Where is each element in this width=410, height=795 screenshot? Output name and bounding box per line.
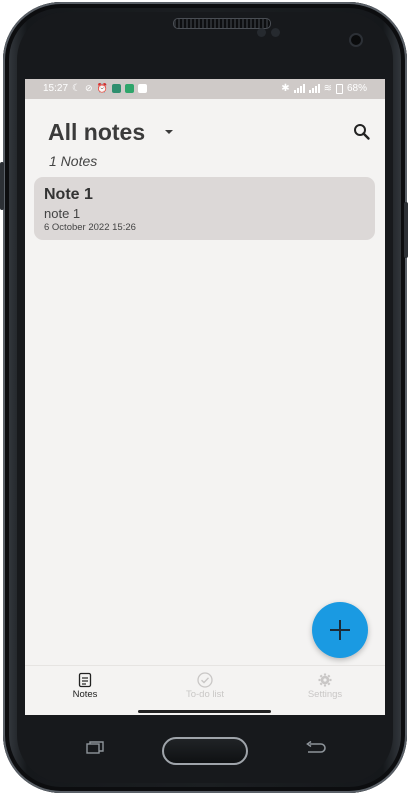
- alarm-icon: ⏰: [96, 83, 108, 93]
- note-date: 6 October 2022 15:26: [44, 222, 136, 233]
- volume-button: [0, 162, 4, 210]
- front-camera: [349, 33, 363, 47]
- plus-icon: [330, 620, 350, 640]
- gesture-home-indicator[interactable]: [138, 710, 271, 713]
- page-title[interactable]: All notes: [48, 119, 145, 146]
- status-bar: 15:27 ☾ ⊘ ⏰ ✱ ≋ 68%: [25, 79, 385, 99]
- battery-level: 68: [346, 83, 359, 94]
- tab-settings-label: Settings: [307, 689, 343, 700]
- search-icon[interactable]: [353, 123, 371, 141]
- wifi-icon: ≋: [323, 83, 332, 94]
- home-button[interactable]: [162, 737, 248, 765]
- recent-apps-icon[interactable]: [86, 741, 104, 754]
- dropdown-caret-icon[interactable]: [165, 130, 173, 134]
- gmail-icon: [137, 84, 147, 93]
- note-title: Note 1: [44, 186, 93, 203]
- status-time: 15:27: [43, 83, 69, 94]
- bluetooth-icon: ✱: [281, 83, 290, 94]
- check-circle-icon: [197, 672, 213, 688]
- app-screen: 15:27 ☾ ⊘ ⏰ ✱ ≋ 68% All notes 1 Notes No…: [25, 79, 385, 715]
- proximity-sensor: [257, 28, 266, 37]
- tab-notes-label: Notes: [72, 689, 98, 700]
- note-preview: note 1: [44, 206, 81, 221]
- shield-notification-icon: [124, 84, 134, 93]
- note-card[interactable]: Note 1 note 1 6 October 2022 15:26: [34, 177, 375, 240]
- notes-icon: [78, 672, 92, 688]
- earpiece-speaker: [173, 18, 271, 29]
- moon-icon: ☾: [72, 83, 81, 94]
- no-disturb-icon: ⊘: [85, 83, 93, 93]
- power-button: [404, 202, 408, 258]
- tab-todo[interactable]: To-do list: [145, 666, 265, 706]
- gear-icon: [318, 673, 332, 687]
- signal-icon: [293, 84, 305, 93]
- bottom-navigation: Notes To-do list Settings: [25, 665, 385, 706]
- add-note-button[interactable]: [312, 602, 368, 658]
- tab-settings[interactable]: Settings: [265, 666, 385, 706]
- battery-icon: [335, 83, 343, 94]
- tab-notes[interactable]: Notes: [25, 666, 145, 706]
- tab-todo-label: To-do list: [185, 689, 224, 700]
- light-sensor: [271, 28, 280, 37]
- back-icon[interactable]: [304, 741, 326, 755]
- note-count: 1 Notes: [49, 153, 98, 169]
- signal-icon: [308, 84, 320, 93]
- app-notification-icon: [111, 84, 121, 93]
